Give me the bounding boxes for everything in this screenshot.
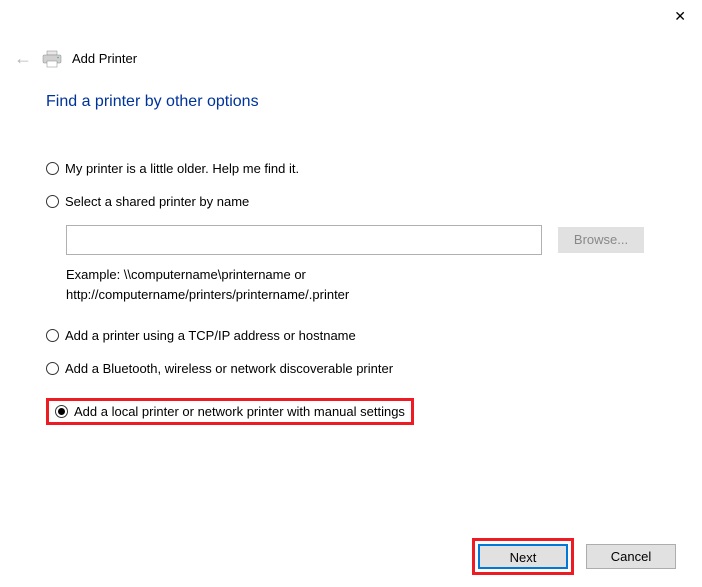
- printer-icon: [42, 50, 62, 68]
- footer: Next Cancel: [472, 538, 676, 575]
- option-label: Add a local printer or network printer w…: [74, 404, 405, 419]
- option-label: Add a Bluetooth, wireless or network dis…: [65, 361, 393, 376]
- next-button[interactable]: Next: [478, 544, 568, 569]
- radio-icon: [46, 195, 59, 208]
- cancel-button[interactable]: Cancel: [586, 544, 676, 569]
- next-button-highlighted: Next: [472, 538, 574, 575]
- option-older-printer[interactable]: My printer is a little older. Help me fi…: [46, 159, 656, 178]
- option-tcpip-printer[interactable]: Add a printer using a TCP/IP address or …: [46, 326, 656, 345]
- shared-printer-section: Browse... Example: \\computername\printe…: [66, 225, 656, 304]
- page-title: Find a printer by other options: [46, 93, 656, 111]
- content: Find a printer by other options My print…: [0, 69, 702, 425]
- option-local-printer-highlighted: Add a local printer or network printer w…: [46, 398, 414, 425]
- browse-button: Browse...: [558, 227, 644, 253]
- option-label: My printer is a little older. Help me fi…: [65, 161, 299, 176]
- radio-icon: [46, 362, 59, 375]
- option-shared-printer[interactable]: Select a shared printer by name: [46, 192, 656, 211]
- header-title: Add Printer: [72, 51, 137, 66]
- example-text: Example: \\computername\printername or h…: [66, 265, 656, 304]
- radio-icon: [46, 162, 59, 175]
- shared-input-row: Browse...: [66, 225, 656, 255]
- close-button[interactable]: ✕: [674, 8, 686, 25]
- example-line-1: Example: \\computername\printername or: [66, 265, 656, 285]
- option-label: Add a printer using a TCP/IP address or …: [65, 328, 356, 343]
- shared-printer-name-input[interactable]: [66, 225, 542, 255]
- radio-icon: [46, 329, 59, 342]
- option-label: Select a shared printer by name: [65, 194, 249, 209]
- example-line-2: http://computername/printers/printername…: [66, 285, 656, 305]
- back-arrow-icon: ←: [14, 48, 32, 69]
- option-bluetooth-printer[interactable]: Add a Bluetooth, wireless or network dis…: [46, 359, 656, 378]
- header: ← Add Printer: [0, 0, 702, 69]
- radio-selected-icon[interactable]: [55, 405, 68, 418]
